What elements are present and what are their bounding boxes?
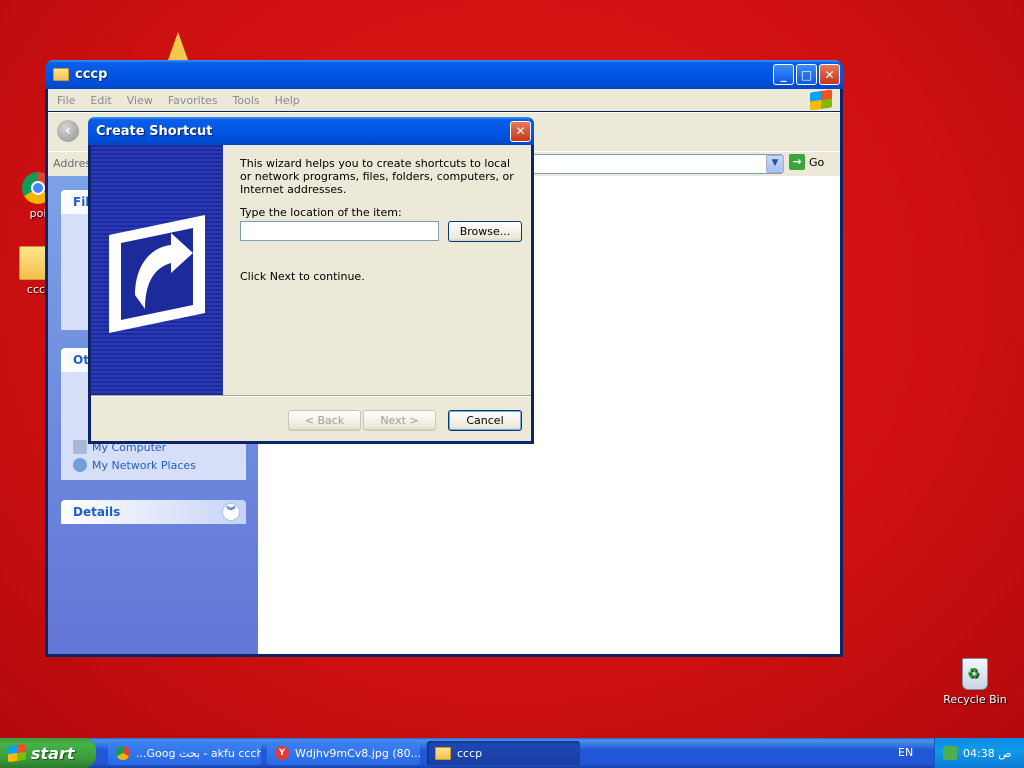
menu-file[interactable]: File: [57, 94, 75, 107]
details-box: Details ︾: [61, 500, 246, 524]
wizard-intro-text: This wizard helps you to create shortcut…: [240, 157, 514, 196]
dialog-title: Create Shortcut: [96, 123, 213, 139]
computer-icon: [73, 440, 87, 454]
yandex-icon: Y: [275, 746, 289, 760]
menu-bar: File Edit View Favorites Tools Help: [48, 89, 840, 111]
taskbar-button-label: Wdjhv9mCv8.jpg (80...: [295, 746, 420, 760]
address-label: Addres: [53, 157, 92, 170]
folder-icon: [435, 746, 451, 760]
hammer-sickle-star-decoration: [168, 32, 188, 60]
close-button[interactable]: ✕: [819, 64, 840, 85]
desktop-icon-label: Recycle Bin: [943, 693, 1007, 706]
back-button[interactable]: < Back: [288, 410, 361, 431]
taskbar-button-chrome[interactable]: ...Goog بحث - akfu ccch: [108, 741, 261, 765]
maximize-button[interactable]: □: [796, 64, 817, 85]
windows-logo-icon: [8, 743, 26, 763]
browse-button[interactable]: Browse...: [448, 221, 522, 242]
taskbar: start ...Goog بحث - akfu ccch Y Wdjhv9mC…: [0, 738, 1024, 768]
system-tray: ص 04:38: [934, 738, 1024, 768]
next-button[interactable]: Next >: [363, 410, 436, 431]
taskbar-button-cccp[interactable]: cccp: [427, 741, 580, 765]
desktop-icon-recycle-bin[interactable]: Recycle Bin: [943, 658, 1007, 706]
chevron-down-icon[interactable]: ▼: [766, 155, 784, 173]
close-button[interactable]: ✕: [510, 120, 531, 142]
location-input[interactable]: [240, 221, 439, 241]
taskbar-button-label: cccp: [457, 746, 483, 760]
my-network-places-link[interactable]: My Network Places: [61, 456, 246, 474]
shortcut-arrow-icon: [109, 215, 205, 333]
clock[interactable]: ص 04:38: [963, 747, 1012, 760]
create-shortcut-dialog: Create Shortcut ✕ This wizard helps you …: [88, 117, 534, 444]
taskbar-button-image[interactable]: Y Wdjhv9mCv8.jpg (80...: [267, 741, 420, 765]
minimize-button[interactable]: _: [773, 64, 794, 85]
back-arrow-icon[interactable]: ‹: [57, 120, 79, 142]
location-label: Type the location of the item:: [240, 206, 402, 219]
details-header[interactable]: Details ︾: [61, 500, 246, 524]
windows-logo-icon: [810, 89, 832, 111]
continue-text: Click Next to continue.: [240, 270, 365, 283]
explorer-titlebar[interactable]: cccp _ □ ✕: [45, 60, 843, 89]
wizard-banner: [91, 145, 223, 395]
go-label: Go: [809, 155, 825, 169]
recycle-bin-icon: [962, 658, 988, 690]
start-button[interactable]: start: [0, 738, 96, 768]
cancel-button[interactable]: Cancel: [448, 410, 522, 431]
network-icon: [73, 458, 87, 472]
folder-icon: [53, 68, 69, 81]
menu-edit[interactable]: Edit: [90, 94, 111, 107]
menu-help[interactable]: Help: [275, 94, 300, 107]
my-network-places-label: My Network Places: [92, 458, 196, 472]
network-tray-icon[interactable]: [943, 746, 957, 760]
go-button[interactable]: → Go: [789, 154, 824, 170]
taskbar-button-label: ...Goog بحث - akfu ccch: [136, 746, 261, 760]
start-label: start: [31, 743, 75, 763]
other-places-title: Ot: [73, 353, 89, 367]
dialog-body: This wizard helps you to create shortcut…: [91, 145, 531, 441]
dialog-titlebar[interactable]: Create Shortcut ✕: [88, 117, 534, 145]
menu-favorites[interactable]: Favorites: [168, 94, 218, 107]
language-indicator[interactable]: EN: [898, 746, 913, 759]
menu-view[interactable]: View: [127, 94, 153, 107]
chrome-icon: [116, 746, 130, 760]
window-title: cccp: [75, 67, 108, 82]
menu-tools[interactable]: Tools: [233, 94, 260, 107]
details-title: Details: [73, 505, 121, 519]
dialog-separator: [91, 395, 531, 397]
chevron-down-icon[interactable]: ︾: [222, 503, 240, 521]
go-arrow-icon: →: [789, 154, 805, 170]
